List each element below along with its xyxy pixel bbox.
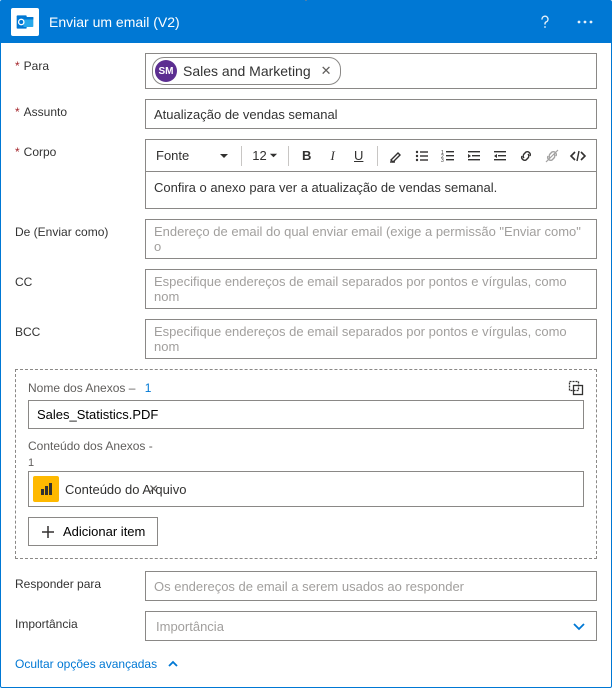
flow-connector-arrow: [298, 0, 314, 2]
remove-token-icon[interactable]: ✕: [148, 482, 158, 496]
font-family-select[interactable]: Fonte: [150, 143, 235, 169]
avatar: SM: [155, 60, 177, 82]
card-title: Enviar um email (V2): [49, 14, 521, 30]
attachment-name-input[interactable]: Sales_Statistics.PDF: [28, 400, 584, 429]
bullets-button[interactable]: [410, 143, 434, 169]
switch-array-mode-icon[interactable]: [568, 380, 584, 396]
attachments-group: Nome dos Anexos – 1 Sales_Statistics.PDF…: [15, 369, 597, 559]
cc-label: CC: [15, 269, 145, 289]
attachment-content-label: Conteúdo dos Anexos -: [28, 439, 584, 453]
chevron-down-icon: [572, 619, 586, 633]
outlook-icon: [11, 8, 39, 36]
replyto-input[interactable]: Os endereços de email a serem usados ao …: [145, 571, 597, 601]
indent-button[interactable]: [488, 143, 512, 169]
chevron-up-icon: [167, 658, 179, 670]
underline-button[interactable]: U: [347, 143, 371, 169]
token-label: Conteúdo do Arquivo: [65, 482, 186, 497]
bold-button[interactable]: B: [295, 143, 319, 169]
recipient-chip[interactable]: SM Sales and Marketing ✕: [152, 57, 341, 85]
action-card: Enviar um email (V2) Para SM Sales and M…: [0, 0, 612, 688]
powerbi-icon: [33, 476, 59, 502]
svg-text:3: 3: [441, 158, 444, 164]
help-button[interactable]: [531, 10, 559, 34]
clear-format-button[interactable]: [384, 143, 408, 169]
numbering-button[interactable]: 123: [436, 143, 460, 169]
plus-icon: [41, 525, 55, 539]
dynamic-content-token[interactable]: Conteúdo do Arquivo ✕: [33, 476, 159, 502]
card-header: Enviar um email (V2): [1, 1, 611, 43]
link-button[interactable]: [514, 143, 538, 169]
more-button[interactable]: [569, 10, 601, 34]
importance-select[interactable]: Importância: [145, 611, 597, 641]
cc-input[interactable]: Especifique endereços de email separados…: [145, 269, 597, 309]
to-field[interactable]: SM Sales and Marketing ✕: [145, 53, 597, 89]
subject-input[interactable]: Atualização de vendas semanal: [145, 99, 597, 129]
replyto-label: Responder para: [15, 571, 145, 591]
add-item-button[interactable]: Adicionar item: [28, 517, 158, 546]
to-label: Para: [15, 53, 145, 73]
italic-button[interactable]: I: [321, 143, 345, 169]
attachment-content-input[interactable]: Conteúdo do Arquivo ✕: [28, 471, 584, 507]
code-view-button[interactable]: [566, 143, 590, 169]
importance-label: Importância: [15, 611, 145, 631]
rte-toolbar: Fonte 12 B I U: [145, 139, 597, 171]
attachment-content-count: 1: [28, 457, 584, 469]
body-label: Corpo: [15, 139, 145, 159]
bcc-input[interactable]: Especifique endereços de email separados…: [145, 319, 597, 359]
body-editor[interactable]: Confira o anexo para ver a atualização d…: [145, 171, 597, 209]
hide-advanced-toggle[interactable]: Ocultar opções avançadas: [15, 657, 179, 671]
recipient-name: Sales and Marketing: [183, 63, 311, 79]
bcc-label: BCC: [15, 319, 145, 339]
attachment-name-label: Nome dos Anexos – 1: [28, 381, 151, 395]
from-label: De (Enviar como): [15, 219, 145, 239]
font-size-select[interactable]: 12: [248, 143, 281, 169]
unlink-button[interactable]: [540, 143, 564, 169]
subject-label: Assunto: [15, 99, 145, 119]
from-input[interactable]: Endereço de email do qual enviar email (…: [145, 219, 597, 259]
remove-recipient-icon[interactable]: ✕: [321, 63, 332, 79]
outdent-button[interactable]: [462, 143, 486, 169]
